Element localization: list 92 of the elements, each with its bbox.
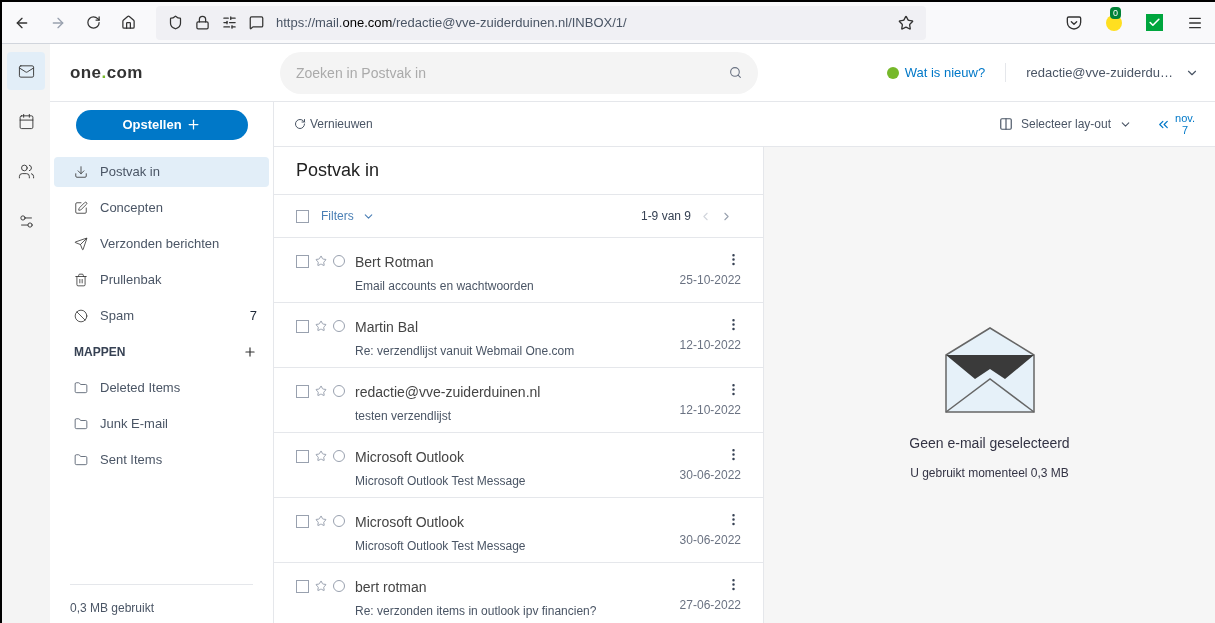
message-row[interactable]: Martin Bal Re: verzendlijst vanuit Webmail One.com 12-10-2022: [274, 303, 763, 368]
message-sender: Bert Rotman: [355, 253, 435, 272]
list-title: Postvak in: [296, 159, 380, 182]
section-heading: MAPPEN: [74, 344, 127, 361]
message-icon: [249, 15, 264, 30]
star-icon[interactable]: [315, 255, 327, 267]
message-date: 30-06-2022: [679, 467, 741, 484]
message-subject: Microsoft Outlook Test Message: [355, 473, 527, 490]
folder-item[interactable]: Sent Items: [54, 445, 269, 475]
message-subject: Microsoft Outlook Test Message: [355, 538, 527, 555]
message-sender: Microsoft Outlook: [355, 513, 465, 532]
usage-text: U gebruikt momenteel 0,3 MB: [910, 465, 1069, 482]
extension-badge: 0: [1110, 6, 1121, 19]
sent-icon: [74, 237, 88, 251]
calendar-icon: [17, 112, 35, 130]
message-checkbox[interactable]: [296, 450, 309, 463]
search-field[interactable]: Zoeken in Postvak in: [280, 51, 758, 94]
message-row[interactable]: redactie@vve-zuiderduinen.nl testen verzendlijst 12-10-2022: [274, 368, 763, 433]
mail-icon: [17, 62, 35, 80]
mail-rail-button[interactable]: [7, 52, 45, 90]
bookmark-star-icon[interactable]: [898, 14, 914, 31]
folder-item[interactable]: Deleted Items: [54, 373, 269, 403]
message-sender: Martin Bal: [355, 318, 420, 337]
drafts-icon: [74, 201, 88, 215]
folder-item[interactable]: Junk E-mail: [54, 409, 269, 439]
url-text: https://mail.one.com/redactie@vve-zuiderduinen.nl/INBOX/1/: [276, 13, 628, 32]
shield-icon: [168, 15, 183, 30]
message-subject: Re: verzonden items in outlook ipv financien?: [355, 603, 598, 620]
message-row[interactable]: Bert Rotman Email accounts en wachtwoorden 25-10-2022: [274, 238, 763, 303]
select-all-checkbox[interactable]: [296, 209, 309, 223]
plus-icon: [185, 117, 201, 132]
folder-item[interactable]: Prullenbak: [54, 265, 269, 295]
folder-item[interactable]: Spam 7: [54, 301, 269, 331]
address-bar[interactable]: https://mail.one.com/redactie@vve-zuiderduinen.nl/INBOX/1/: [156, 5, 926, 40]
refresh-icon: [294, 118, 306, 130]
checkmark-extension-icon[interactable]: [1146, 14, 1163, 31]
message-date: 25-10-2022: [679, 272, 741, 289]
message-subject: Re: verzendlijst vanuit Webmail One.com: [355, 343, 576, 360]
folder-item[interactable]: Verzonden berichten: [54, 229, 269, 259]
account-menu[interactable]: redactie@vve-zuiderdu…: [1006, 62, 1215, 83]
message-date: 12-10-2022: [679, 402, 741, 419]
empty-state-title: Geen e-mail geselecteerd: [909, 434, 1070, 453]
message-checkbox[interactable]: [296, 385, 309, 398]
star-icon[interactable]: [315, 320, 327, 332]
whats-new-link[interactable]: Wat is nieuw?: [904, 62, 1007, 83]
compose-button[interactable]: Opstellen: [75, 109, 248, 140]
message-subject: Email accounts en wachtwoorden: [355, 278, 535, 295]
page-range: 1-9 van 9: [640, 208, 691, 225]
refresh-button[interactable]: Vernieuwen: [294, 115, 373, 133]
inbox-icon: [74, 165, 88, 179]
star-icon[interactable]: [315, 580, 327, 592]
home-icon[interactable]: [121, 15, 136, 30]
message-sender: redactie@vve-zuiderduinen.nl: [355, 383, 542, 402]
pocket-icon[interactable]: [1066, 14, 1082, 31]
spam-icon: [74, 309, 88, 323]
settings-icon: [17, 212, 35, 230]
message-row[interactable]: Microsoft Outlook Microsoft Outlook Test Message 30-06-2022: [274, 498, 763, 563]
message-date: 27-06-2022: [679, 597, 741, 614]
star-icon[interactable]: [315, 450, 327, 462]
folder-item[interactable]: Concepten: [54, 193, 269, 223]
contacts-icon: [17, 162, 35, 180]
folder-icon: [74, 417, 88, 431]
logo: one.com: [69, 61, 144, 84]
open-envelope-icon: [944, 327, 1035, 413]
trash-icon: [74, 273, 88, 287]
search-icon[interactable]: [729, 65, 742, 79]
star-icon[interactable]: [315, 385, 327, 397]
lock-icon: [195, 15, 210, 30]
layout-button[interactable]: Selecteer lay-out: [998, 115, 1132, 133]
message-checkbox[interactable]: [296, 580, 309, 593]
message-row[interactable]: bert rotman Re: verzonden items in outlook ipv financien? 27-06-2022: [274, 563, 763, 623]
star-icon[interactable]: [315, 515, 327, 527]
message-checkbox[interactable]: [296, 515, 309, 528]
message-date: 30-06-2022: [679, 532, 741, 549]
message-checkbox[interactable]: [296, 255, 309, 268]
message-row[interactable]: Microsoft Outlook Microsoft Outlook Test Message 30-06-2022: [274, 433, 763, 498]
reload-icon[interactable]: [86, 15, 101, 30]
message-checkbox[interactable]: [296, 320, 309, 333]
filters-button[interactable]: Filters: [321, 207, 375, 225]
permissions-icon: [222, 15, 237, 30]
message-sender: Microsoft Outlook: [355, 448, 465, 467]
date-label: nov. 7: [1175, 112, 1195, 136]
folder-icon: [74, 381, 88, 395]
add-folder-icon[interactable]: [243, 345, 257, 359]
folder-icon: [74, 453, 88, 467]
message-date: 12-10-2022: [679, 337, 741, 354]
folder-item[interactable]: Postvak in: [54, 157, 269, 187]
columns-icon: [998, 117, 1013, 131]
unread-count: 7: [249, 307, 257, 326]
message-subject: testen verzendlijst: [355, 408, 453, 425]
storage-text: 0,3 MB gebruikt: [70, 601, 155, 615]
message-sender: bert rotman: [355, 578, 428, 597]
